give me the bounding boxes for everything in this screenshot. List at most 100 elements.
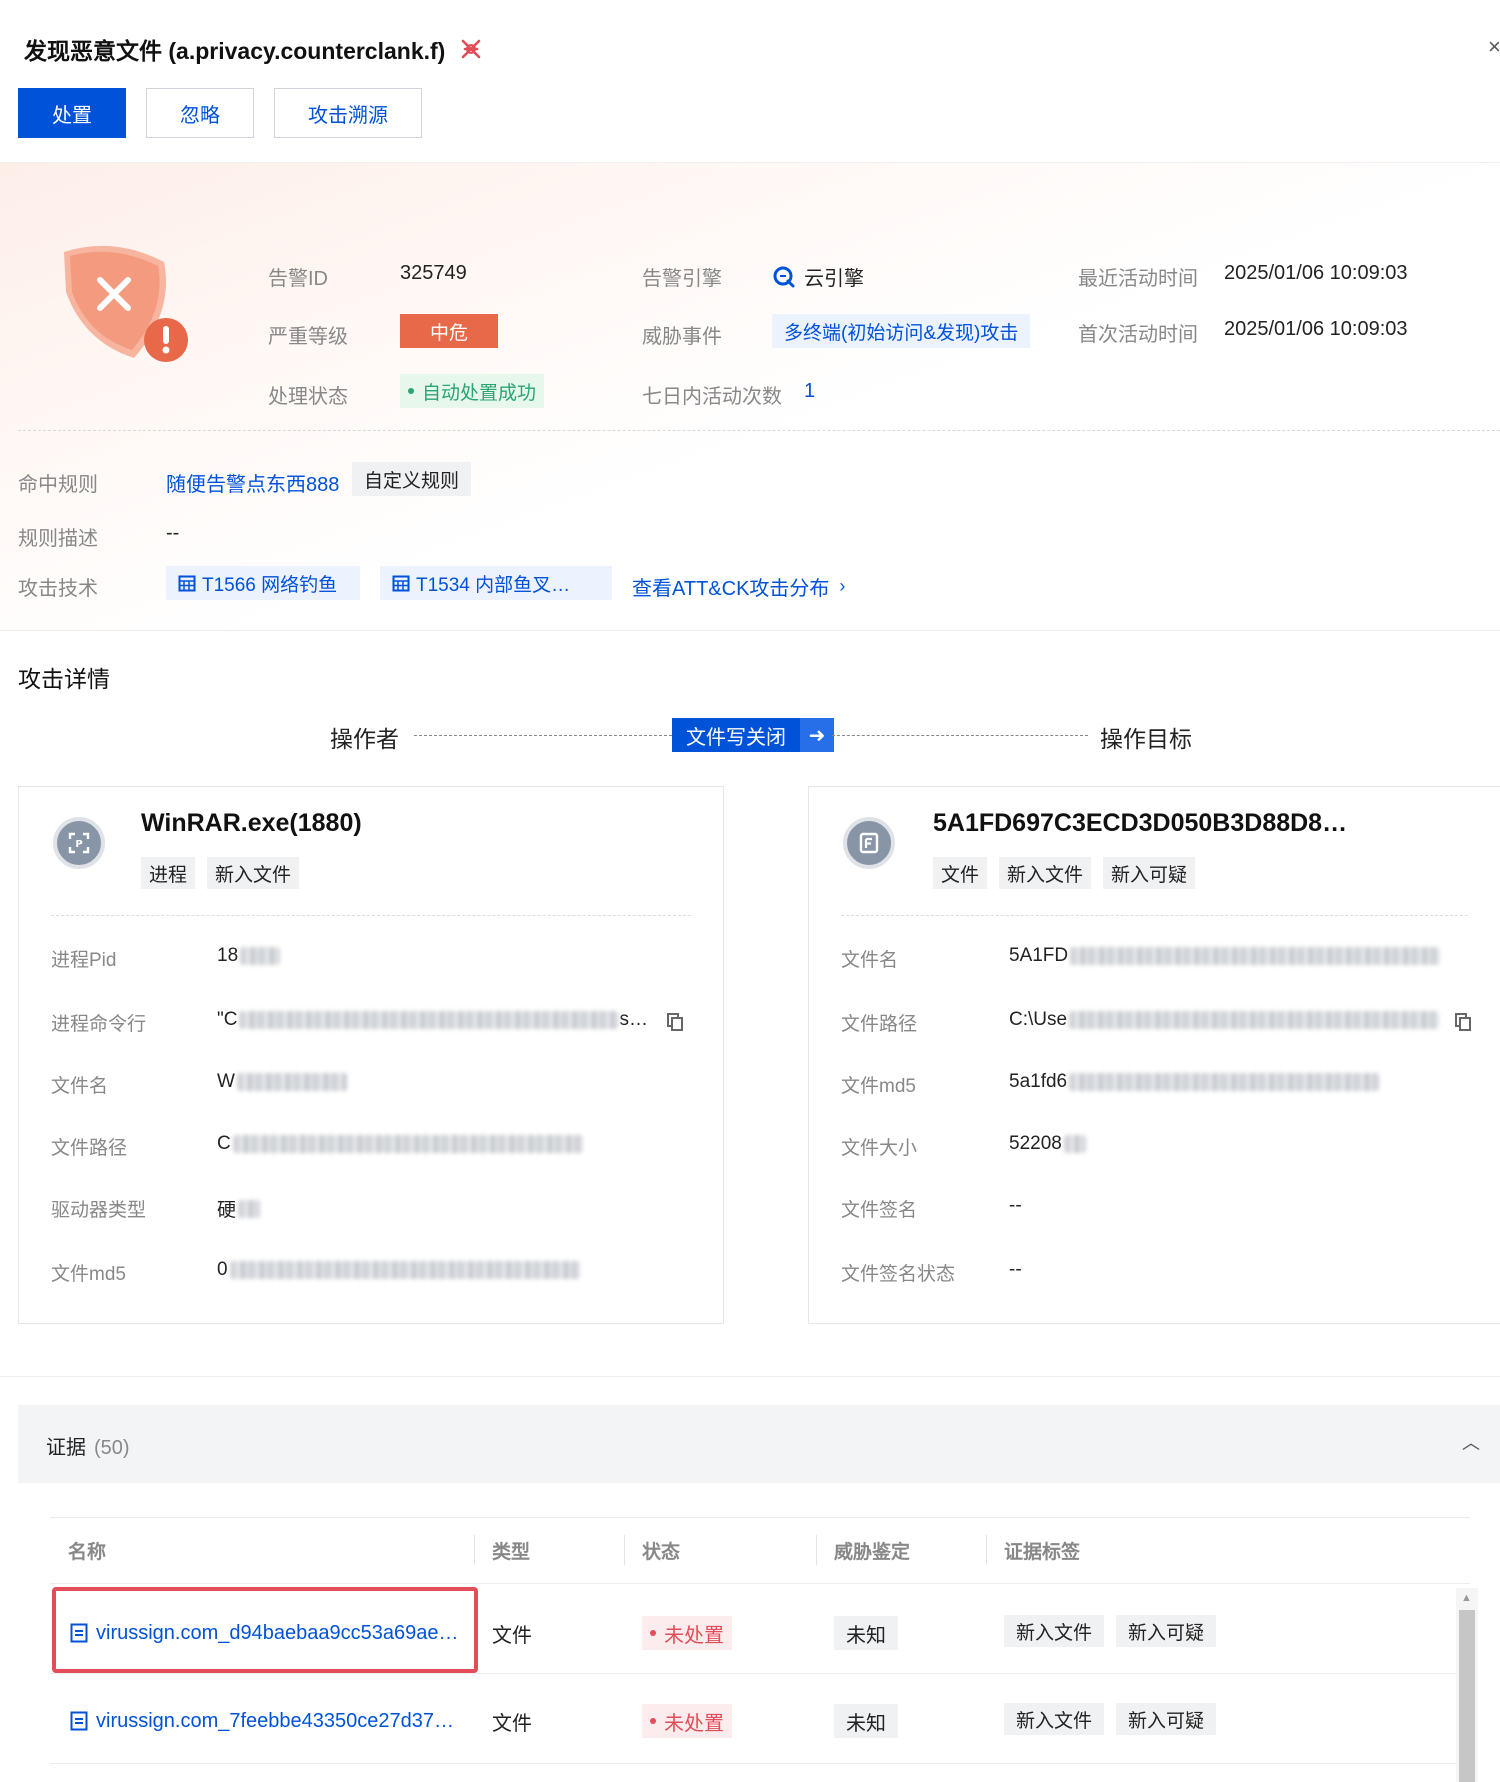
t-filesize-value: 52208	[1009, 1133, 1086, 1155]
engine-label: 告警引擎	[642, 268, 722, 290]
pid-label: 进程Pid	[51, 950, 117, 971]
cmdline-label: 进程命令行	[51, 1014, 147, 1035]
calendar-icon	[392, 575, 410, 592]
evidence-title-text: 证据	[46, 1437, 86, 1459]
document-icon	[70, 1711, 88, 1731]
scroll-up-icon[interactable]: ▲	[1461, 1592, 1472, 1604]
chevron-up-icon[interactable]: ︿	[1462, 1429, 1480, 1455]
alert-shield-icon	[64, 245, 188, 362]
page-title-text: 发现恶意文件 (a.privacy.counterclank.f)	[24, 38, 446, 64]
status-label: 处理状态	[268, 386, 348, 408]
status-dot	[408, 388, 414, 394]
evidence-status: 未处置	[642, 1613, 732, 1653]
drive-type-label: 驱动器类型	[51, 1200, 147, 1221]
calendar-icon	[178, 575, 196, 592]
weekly-count-label: 七日内活动次数	[642, 386, 782, 408]
verdict-tag: 未知	[834, 1704, 898, 1738]
status-dot	[650, 1718, 656, 1724]
col-verdict: 威胁鉴定	[834, 1541, 911, 1563]
filepath-value: C	[217, 1133, 583, 1155]
table-top-line	[50, 1517, 1470, 1518]
status-text: 未处置	[664, 1624, 724, 1647]
copy-icon[interactable]	[1455, 1013, 1471, 1031]
t-signature-value: --	[1009, 1195, 1022, 1216]
technique-tag-t1534[interactable]: T1534 内部鱼叉…	[380, 566, 612, 600]
t-signature-status-value: --	[1009, 1259, 1022, 1280]
target-label: 操作目标	[1100, 726, 1192, 752]
filename-value: W	[217, 1071, 347, 1093]
redacted-block	[1070, 947, 1441, 965]
table-scrollbar[interactable]: ▲	[1456, 1588, 1478, 1782]
svg-text:P: P	[75, 839, 82, 850]
hit-rule-label: 命中规则	[18, 474, 98, 496]
scrollbar-thumb[interactable]	[1459, 1610, 1475, 1782]
status-text: 未处置	[664, 1712, 724, 1735]
technique-tag-t1566[interactable]: T1566 网络钓鱼	[166, 566, 360, 600]
first-active-label: 首次活动时间	[1078, 324, 1198, 346]
arrow-right-icon: ➜	[800, 718, 834, 752]
drive-type-value: 硬	[217, 1195, 261, 1222]
hit-rule-link[interactable]: 随便告警点东西888	[166, 468, 339, 497]
tag-new-file: 新入文件	[207, 857, 300, 889]
redacted-block	[229, 1261, 580, 1279]
dialog-header: 发现恶意文件 (a.privacy.counterclank.f) × 处置 忽…	[0, 0, 1500, 160]
t-filename-text: 5A1FD	[1009, 945, 1069, 966]
t-filesize-text: 52208	[1009, 1133, 1062, 1154]
severity-label: 严重等级	[268, 326, 348, 348]
ignore-button[interactable]: 忽略	[146, 88, 254, 138]
evidence-header[interactable]: 证据 (50) ︿	[18, 1405, 1500, 1483]
status-badge: 未处置	[642, 1616, 732, 1650]
divider	[18, 430, 1500, 431]
tag-new-file: 新入文件	[1004, 1703, 1105, 1735]
drive-type-text: 硬	[217, 1200, 237, 1221]
alert-id-value: 325749	[400, 262, 467, 284]
attack-details-title: 攻击详情	[18, 666, 110, 692]
threat-event-link[interactable]: 多终端(初始访问&发现)攻击	[772, 314, 1031, 348]
cloud-engine-icon	[773, 266, 795, 287]
cmdline-value: "C s…	[217, 1009, 648, 1031]
filepath-label: 文件路径	[51, 1138, 128, 1159]
redacted-block	[232, 1135, 583, 1153]
tag-new-suspicious: 新入可疑	[1103, 857, 1196, 889]
evidence-type: 文件	[492, 1624, 532, 1647]
status-text: 自动处置成功	[422, 382, 537, 404]
t-md5-value: 5a1fd6	[1009, 1071, 1380, 1093]
tag-new-file: 新入文件	[1004, 1615, 1105, 1647]
tag-new-suspicious: 新入可疑	[1116, 1615, 1217, 1647]
redacted-block	[1069, 1011, 1440, 1029]
close-icon[interactable]: ×	[1488, 34, 1500, 60]
evidence-title: 证据 (50)	[46, 1431, 130, 1460]
t-filepath-text: C:\Use	[1009, 1009, 1068, 1030]
engine-value: 云引擎	[772, 262, 864, 291]
evidence-name-link[interactable]: virussign.com_7feebbe43350ce27d37…	[70, 1701, 454, 1741]
col-status: 状态	[642, 1541, 681, 1563]
evidence-name-text: virussign.com_7feebbe43350ce27d37…	[96, 1709, 455, 1732]
copy-icon[interactable]	[667, 1013, 683, 1031]
card-divider	[841, 915, 1468, 916]
operator-card: P WinRAR.exe(1880) 进程 新入文件 进程Pid 18 进程命令…	[18, 786, 724, 1324]
col-separator	[474, 1535, 475, 1565]
redacted-block	[236, 1073, 347, 1091]
handle-button[interactable]: 处置	[18, 88, 126, 138]
malware-warning-icon	[462, 39, 481, 59]
cmdline-text: "C	[217, 1009, 238, 1030]
col-separator	[624, 1535, 625, 1565]
tag-process: 进程	[141, 857, 196, 889]
weekly-count-value[interactable]: 1	[804, 380, 815, 403]
card-divider	[51, 915, 691, 916]
trace-button[interactable]: 攻击溯源	[274, 88, 422, 138]
evidence-verdict: 未知	[834, 1701, 898, 1741]
t-filesize-label: 文件大小	[841, 1138, 918, 1159]
col-tags: 证据标签	[1004, 1541, 1081, 1563]
operator-label: 操作者	[330, 726, 399, 752]
pid-text: 18	[217, 945, 239, 966]
filename-label: 文件名	[51, 1076, 109, 1097]
tag-new-file: 新入文件	[999, 857, 1092, 889]
threat-event-label: 威胁事件	[642, 326, 722, 348]
last-active-value: 2025/01/06 10:09:03	[1224, 262, 1408, 284]
t-md5-text: 5a1fd6	[1009, 1071, 1068, 1092]
attck-distribution-link[interactable]: 查看ATT&CK攻击分布 ›	[632, 572, 845, 601]
operator-tags: 进程 新入文件	[141, 857, 300, 889]
redacted-block	[1063, 1135, 1086, 1153]
selection-highlight	[52, 1587, 478, 1673]
